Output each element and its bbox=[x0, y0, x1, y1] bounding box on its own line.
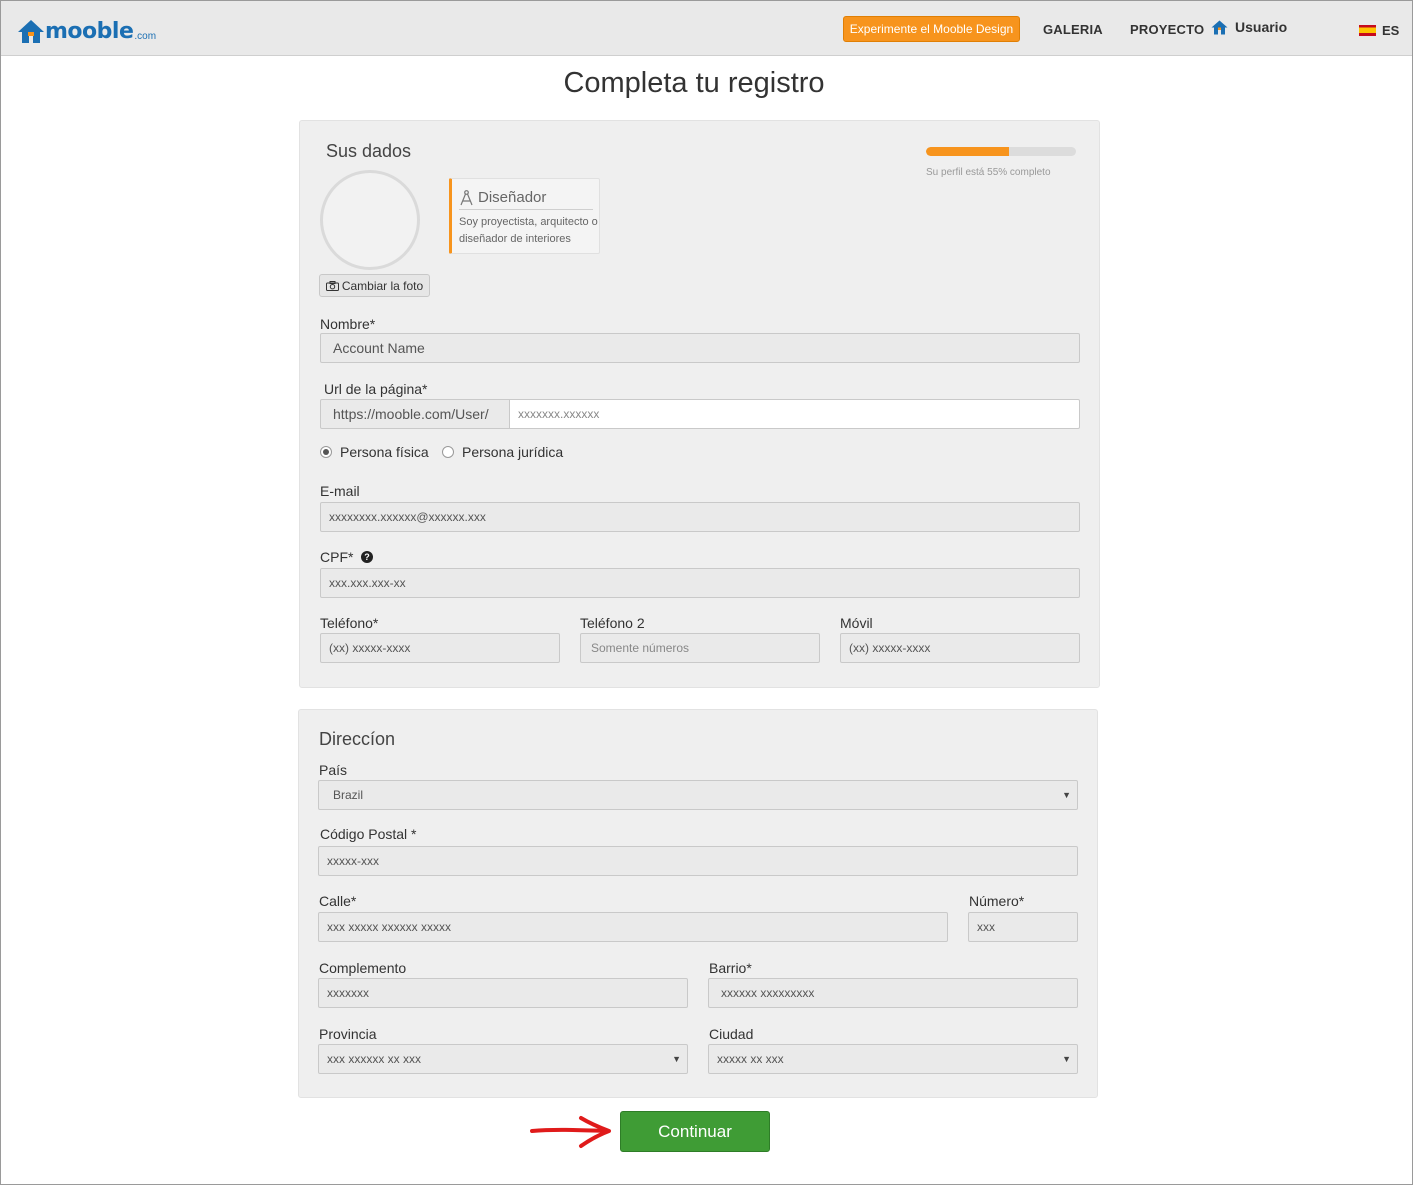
user-menu[interactable]: Usuario bbox=[1211, 19, 1287, 35]
logo-text: mooble bbox=[45, 19, 134, 44]
profile-progress-text: Su perfil está 55% completo bbox=[926, 167, 1051, 178]
spain-flag-icon bbox=[1359, 25, 1376, 36]
calle-input[interactable]: xxx xxxxx xxxxxx xxxxx bbox=[318, 912, 948, 942]
url-input[interactable]: xxxxxxx.xxxxxx bbox=[509, 399, 1080, 429]
address-section-title: Direccíon bbox=[319, 729, 396, 749]
telefono-placeholder: (xx) xxxxx-xxxx bbox=[329, 641, 411, 655]
movil-placeholder: (xx) xxxxx-xxxx bbox=[849, 641, 931, 655]
compass-icon bbox=[460, 189, 473, 205]
avatar bbox=[320, 170, 420, 270]
cpf-input[interactable]: xxx.xxx.xxx-xx bbox=[320, 568, 1080, 598]
radio-persona-fisica-label: Persona física bbox=[340, 444, 429, 460]
url-placeholder: xxxxxxx.xxxxxx bbox=[518, 407, 600, 421]
provincia-select[interactable]: xxx xxxxxx xx xxx ▼ bbox=[318, 1044, 688, 1074]
radio-persona-juridica-control[interactable] bbox=[442, 446, 454, 458]
mooble-design-button[interactable]: Experimente el Mooble Design bbox=[843, 16, 1020, 42]
pais-value: Brazil bbox=[333, 788, 364, 802]
language-selector[interactable]: ES bbox=[1359, 23, 1399, 38]
movil-label: Móvil bbox=[840, 615, 873, 631]
calle-value: xxx xxxxx xxxxxx xxxxx bbox=[327, 920, 452, 934]
nav-proyecto-link[interactable]: PROYECTO bbox=[1130, 22, 1204, 37]
provincia-label: Provincia bbox=[319, 1026, 377, 1042]
telefono-label: Teléfono* bbox=[320, 615, 379, 631]
ciudad-select[interactable]: xxxxx xx xxx ▼ bbox=[708, 1044, 1078, 1074]
role-card-disenador[interactable]: Diseñador Soy proyectista, arquitecto o … bbox=[449, 178, 600, 254]
barrio-label: Barrio* bbox=[709, 960, 752, 976]
house-logo-icon bbox=[18, 20, 44, 43]
telefono2-placeholder: Somente números bbox=[591, 641, 690, 655]
cpf-label: CPF* bbox=[320, 549, 354, 565]
barrio-value: xxxxxx xxxxxxxxx bbox=[721, 986, 815, 1000]
page-title: Completa tu registro bbox=[563, 67, 825, 99]
top-navbar: mooble .com Experimente el Mooble Design… bbox=[1, 1, 1412, 56]
numero-input[interactable]: xxx bbox=[968, 912, 1078, 942]
calle-label: Calle* bbox=[319, 893, 357, 909]
red-arrow-icon bbox=[530, 1116, 611, 1148]
email-value: xxxxxxxx.xxxxxx@xxxxxx.xxx bbox=[329, 510, 486, 524]
pais-select[interactable]: Brazil ▼ bbox=[318, 780, 1078, 810]
radio-persona-juridica-label: Persona jurídica bbox=[462, 444, 564, 460]
profile-progress-bar bbox=[926, 147, 1076, 156]
radio-persona-juridica[interactable]: Persona jurídica bbox=[442, 444, 563, 460]
email-input[interactable]: xxxxxxxx.xxxxxx@xxxxxx.xxx bbox=[320, 502, 1080, 532]
change-photo-button[interactable]: Cambiar la foto bbox=[319, 274, 430, 297]
change-photo-label: Cambiar la foto bbox=[341, 278, 424, 293]
cp-label: Código Postal * bbox=[320, 826, 417, 842]
nav-galeria-link[interactable]: GALERIA bbox=[1043, 22, 1103, 37]
url-prefix: https://mooble.com/User/ bbox=[320, 399, 510, 429]
cp-input[interactable]: xxxxx-xxx bbox=[318, 846, 1078, 876]
home-icon bbox=[1211, 20, 1228, 34]
continue-button[interactable]: Continuar bbox=[620, 1111, 770, 1152]
language-code: ES bbox=[1382, 23, 1400, 38]
complemento-value: xxxxxxx bbox=[327, 986, 369, 1000]
numero-value: xxx bbox=[977, 920, 995, 934]
pais-label: País bbox=[319, 762, 348, 778]
camera-icon bbox=[325, 280, 339, 291]
ciudad-value: xxxxx xx xxx bbox=[717, 1052, 784, 1066]
address-panel: Direccíon País Brazil ▼ Código Postal * … bbox=[298, 709, 1098, 1098]
mooble-logo[interactable]: mooble .com bbox=[17, 18, 156, 44]
chevron-down-icon: ▼ bbox=[1062, 1054, 1071, 1064]
barrio-input[interactable]: xxxxxx xxxxxxxxx bbox=[708, 978, 1078, 1008]
name-input[interactable]: Account Name bbox=[320, 333, 1080, 363]
profile-progress-fill bbox=[926, 147, 1009, 156]
chevron-down-icon: ▼ bbox=[1062, 790, 1071, 800]
logo-suffix: .com bbox=[134, 31, 157, 42]
name-value: Account Name bbox=[333, 340, 425, 356]
profile-panel: Sus dados Su perfil está 55% completo Ca… bbox=[299, 120, 1100, 688]
numero-label: Número* bbox=[969, 893, 1025, 909]
role-description: Soy proyectista, arquitecto o diseñador … bbox=[459, 216, 598, 245]
telefono-input[interactable]: (xx) xxxxx-xxxx bbox=[320, 633, 560, 663]
movil-input[interactable]: (xx) xxxxx-xxxx bbox=[840, 633, 1080, 663]
radio-persona-fisica[interactable]: Persona física bbox=[320, 444, 429, 460]
cp-placeholder: xxxxx-xxx bbox=[327, 854, 379, 868]
telefono2-label: Teléfono 2 bbox=[580, 615, 645, 631]
complemento-label: Complemento bbox=[319, 960, 407, 976]
name-label: Nombre* bbox=[320, 316, 376, 332]
cpf-placeholder: xxx.xxx.xxx-xx bbox=[329, 576, 406, 590]
email-label: E-mail bbox=[320, 483, 360, 499]
url-label: Url de la página* bbox=[324, 381, 428, 397]
complemento-input[interactable]: xxxxxxx bbox=[318, 978, 688, 1008]
role-title: Diseñador bbox=[478, 189, 547, 206]
help-icon[interactable]: ? bbox=[361, 551, 373, 563]
telefono2-input[interactable]: Somente números bbox=[580, 633, 820, 663]
radio-persona-fisica-control[interactable] bbox=[320, 446, 332, 458]
provincia-value: xxx xxxxxx xx xxx bbox=[327, 1052, 422, 1066]
ciudad-label: Ciudad bbox=[709, 1026, 754, 1042]
profile-section-title: Sus dados bbox=[326, 141, 412, 161]
chevron-down-icon: ▼ bbox=[672, 1054, 681, 1064]
role-card-header: Diseñador bbox=[459, 186, 593, 210]
user-name: Usuario bbox=[1235, 19, 1288, 35]
